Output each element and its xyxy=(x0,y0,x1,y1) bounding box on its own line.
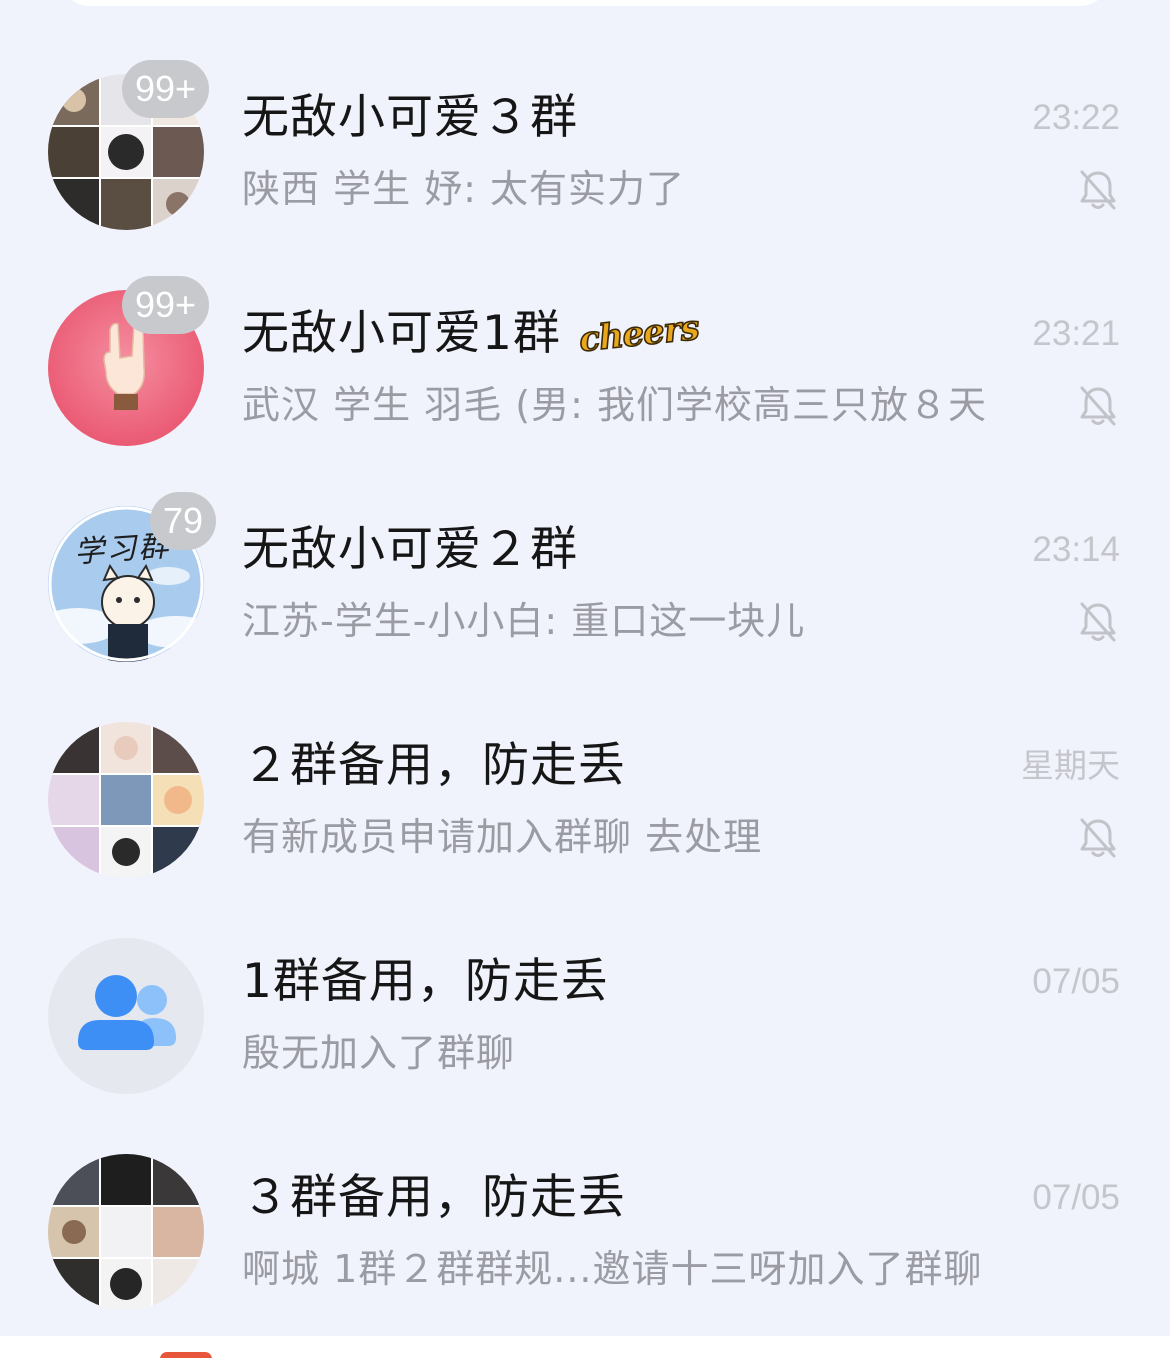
chat-title: 1群备用，防走丢 xyxy=(242,954,609,1009)
chat-title: 无敌小可爱２群 xyxy=(242,522,578,577)
chat-time: 星期天 xyxy=(1021,746,1120,785)
chat-title: 无敌小可爱1群 xyxy=(242,306,561,361)
group-collage-avatar xyxy=(48,1154,204,1310)
unread-badge: 99+ xyxy=(122,276,210,334)
chat-preview: 陕西 学生 妤: 太有实力了 xyxy=(242,167,686,211)
chat-row-group-1[interactable]: 99+ 无敌小可爱1群 cheers 23:21 武汉 学生 羽毛 (男: 我们… xyxy=(0,266,1170,482)
tab-indicator-icon xyxy=(160,1352,212,1358)
title-line: ３群备用，防走丢 xyxy=(242,1168,626,1228)
chat-title: ３群备用，防走丢 xyxy=(242,1170,626,1225)
mute-bell-icon xyxy=(1080,818,1116,858)
chat-time: 23:21 xyxy=(1032,314,1120,353)
chat-row-backup-1[interactable]: 1群备用，防走丢 07/05 殷无加入了群聊 xyxy=(0,914,1170,1130)
unread-badge: 79 xyxy=(150,492,217,550)
title-line: 无敌小可爱３群 xyxy=(242,88,578,148)
chat-time: 23:22 xyxy=(1032,98,1120,137)
chat-preview: 有新成员申请加入群聊 去处理 xyxy=(242,815,763,859)
chat-preview: 殷无加入了群聊 xyxy=(242,1031,516,1075)
chat-preview: 啊城 1群２群群规...邀请十三呀加入了群聊 xyxy=(242,1247,983,1291)
title-line: ２群备用，防走丢 xyxy=(242,736,626,796)
chat-time: 07/05 xyxy=(1032,962,1120,1001)
default-group-people-icon xyxy=(48,938,204,1094)
group-collage-avatar xyxy=(48,722,204,878)
title-line: 无敌小可爱２群 xyxy=(242,520,578,580)
cheers-sticker-icon: cheers xyxy=(576,307,701,361)
chat-time: 07/05 xyxy=(1032,1178,1120,1217)
chat-preview: 江苏-学生-小小白: 重口这一块儿 xyxy=(242,599,806,643)
search-bar-edge[interactable] xyxy=(60,0,1110,6)
chat-row-backup-3[interactable]: ３群备用，防走丢 07/05 啊城 1群２群群规...邀请十三呀加入了群聊 xyxy=(0,1130,1170,1346)
chat-time: 23:14 xyxy=(1032,530,1120,569)
unread-badge: 99+ xyxy=(122,60,210,118)
mute-bell-icon xyxy=(1080,602,1116,642)
chat-row-backup-2[interactable]: ２群备用，防走丢 星期天 有新成员申请加入群聊 去处理 xyxy=(0,698,1170,914)
title-line: 无敌小可爱1群 cheers xyxy=(242,304,701,364)
mute-bell-icon xyxy=(1080,386,1116,426)
chat-title: ２群备用，防走丢 xyxy=(242,738,626,793)
chat-title: 无敌小可爱３群 xyxy=(242,90,578,145)
mute-bell-icon xyxy=(1080,170,1116,210)
chat-list-screen: 99+ 无敌小可爱３群 23:22 陕西 学生 妤: 太有实力了 99+ 无敌小… xyxy=(0,0,1170,1358)
title-line: 1群备用，防走丢 xyxy=(242,952,609,1012)
chat-row-group-3[interactable]: 99+ 无敌小可爱３群 23:22 陕西 学生 妤: 太有实力了 xyxy=(0,50,1170,266)
chat-preview: 武汉 学生 羽毛 (男: 我们学校高三只放８天 xyxy=(242,383,987,427)
chat-row-group-2[interactable]: 学习群 79 无敌小可爱２群 23:14 江苏-学生-小小白: 重口这一块儿 xyxy=(0,482,1170,698)
